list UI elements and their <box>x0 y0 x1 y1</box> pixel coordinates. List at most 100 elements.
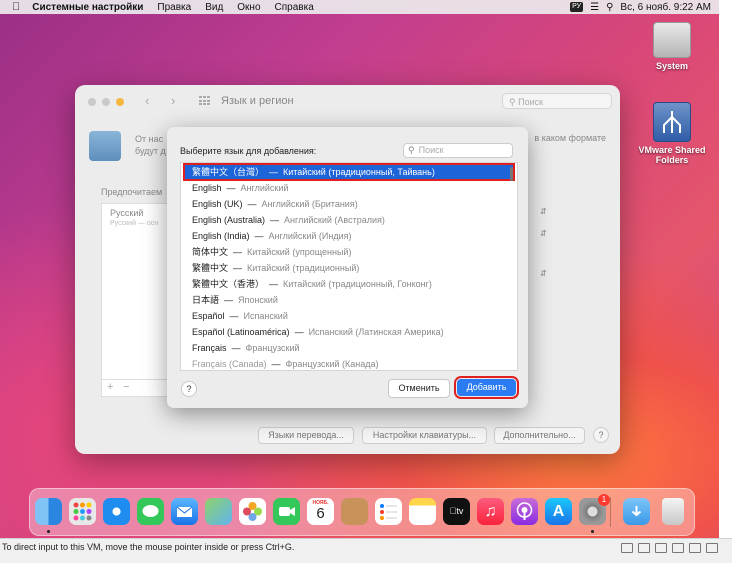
language-row[interactable]: 日本語 — Японский <box>181 292 517 308</box>
forward-chevron-icon[interactable]: › <box>171 93 175 108</box>
add-language-sheet: Выберите язык для добавления: ⚲ Поиск 繁體中… <box>167 127 528 408</box>
popup-chevron-icon[interactable]: ⇵ <box>540 269 548 279</box>
hard-disk-device-icon[interactable] <box>621 543 633 553</box>
language-separator: — <box>229 311 239 321</box>
language-native-name: Español <box>192 311 225 321</box>
menu-app-name[interactable]: Системные настройки <box>32 2 143 13</box>
zoom-window-button[interactable] <box>116 98 124 106</box>
remove-language-minus-button[interactable]: − <box>123 381 129 393</box>
language-native-name: Español (Latinoamérica) <box>192 327 290 337</box>
language-separator: — <box>269 279 279 289</box>
preferences-search-field[interactable]: ⚲ Поиск <box>502 93 612 109</box>
menu-edit[interactable]: Правка <box>157 2 191 13</box>
music-icon[interactable]: ♫ <box>477 498 504 525</box>
spotlight-icon[interactable]: ⚲ <box>606 2 613 13</box>
preferred-languages-label: Предпочитаем <box>101 187 163 197</box>
launchpad-icon[interactable] <box>69 498 96 525</box>
language-native-name: English (Australia) <box>192 215 266 225</box>
desktop-icon-label: VMware Shared Folders <box>638 145 706 165</box>
sound-device-icon[interactable] <box>689 543 701 553</box>
language-row[interactable]: Français — Французский <box>181 340 517 356</box>
trash-icon[interactable] <box>662 498 684 525</box>
calendar-icon[interactable]: НОЯБ. 6 <box>307 498 334 525</box>
preferred-languages-list[interactable]: Русский Русский — осн <box>101 203 169 397</box>
network-folder-icon <box>653 102 691 142</box>
control-center-icon[interactable]: ☰ <box>590 2 599 13</box>
language-row[interactable]: Español (Latinoamérica) — Испанский (Латин… <box>181 324 517 340</box>
sheet-help-button[interactable]: ? <box>181 381 197 397</box>
finder-icon[interactable] <box>35 498 62 525</box>
menu-window[interactable]: Окно <box>237 2 260 13</box>
clock[interactable]: Вс, 6 нояб. 9:22 AM <box>620 2 711 13</box>
language-translated-name: Английский (Британия) <box>261 199 358 209</box>
search-placeholder: Поиск <box>518 97 544 107</box>
minimize-window-button[interactable] <box>102 98 110 106</box>
translation-languages-button[interactable]: Языки перевода... <box>258 427 354 444</box>
popup-chevron-icon[interactable]: ⇵ <box>540 229 548 239</box>
language-translated-name: Английский (Индия) <box>268 231 352 241</box>
language-search-input[interactable]: ⚲ Поиск <box>403 143 513 158</box>
show-all-grid-icon[interactable] <box>199 96 211 106</box>
language-row-selected[interactable]: 繁體中文（台灣） — Китайский (традиционный, Тайван… <box>183 163 515 181</box>
running-indicator <box>47 530 50 533</box>
menu-help[interactable]: Справка <box>275 2 314 13</box>
add-button[interactable]: Добавить <box>454 376 519 399</box>
globe-flag-icon <box>89 131 121 161</box>
maps-icon[interactable] <box>205 498 232 525</box>
desktop-icon-system[interactable]: System <box>637 22 707 71</box>
language-row[interactable]: English (Australia) — Английский (Австрали… <box>181 212 517 228</box>
pane-description: От нас будут д <box>135 133 166 157</box>
list-scrollbar[interactable] <box>510 167 513 181</box>
language-row[interactable]: 繁體中文 — Китайский (традиционный) <box>181 260 517 276</box>
language-native-name: Français (Canada) <box>192 359 267 369</box>
language-row[interactable]: Français (Canada) — Французский (Канада) <box>181 356 517 370</box>
input-source-indicator[interactable]: РУ <box>570 2 584 12</box>
sheet-prompt: Выберите язык для добавления: <box>180 146 317 156</box>
back-chevron-icon[interactable]: ‹ <box>145 93 149 108</box>
language-row[interactable]: English (UK) — Английский (Британия) <box>181 196 517 212</box>
language-separator: — <box>270 215 280 225</box>
language-row[interactable]: English (India) — Английский (Индия) <box>181 228 517 244</box>
language-native-name: English (India) <box>192 231 250 241</box>
cancel-button[interactable]: Отменить <box>388 379 450 398</box>
cd-device-icon[interactable] <box>638 543 650 553</box>
printer-device-icon[interactable] <box>706 543 718 553</box>
notes-icon[interactable] <box>409 498 436 525</box>
messages-icon[interactable] <box>137 498 164 525</box>
mail-icon[interactable] <box>171 498 198 525</box>
pane-description-end: в каком формате <box>534 133 606 143</box>
language-row[interactable]: English — Английский <box>181 180 517 196</box>
language-row[interactable]: Español — Испанский <box>181 308 517 324</box>
network-device-icon[interactable] <box>655 543 667 553</box>
downloads-folder-icon[interactable] <box>623 498 650 525</box>
language-row[interactable]: 简体中文 — Китайский (упрощенный) <box>181 244 517 260</box>
language-row[interactable]: 繁體中文（香港） — Китайский (традиционный, Гонкон… <box>181 276 517 292</box>
vm-status-bar: To direct input to this VM, move the mou… <box>0 538 732 563</box>
pref-help-button[interactable]: ? <box>593 427 609 443</box>
preferred-language-subtitle: Русский — осн <box>110 220 159 227</box>
contacts-icon[interactable] <box>341 498 368 525</box>
keyboard-settings-button[interactable]: Настройки клавиатуры... <box>362 427 487 444</box>
language-separator: — <box>271 359 281 369</box>
vm-screen[interactable]:  Системные настройки Правка Вид Окно Сп… <box>0 0 719 538</box>
podcasts-icon[interactable] <box>511 498 538 525</box>
popup-chevron-icon[interactable]: ⇵ <box>540 207 548 217</box>
window-title: Язык и регион <box>221 95 294 107</box>
safari-icon[interactable] <box>103 498 130 525</box>
app-store-icon[interactable]: A <box>545 498 572 525</box>
facetime-icon[interactable] <box>273 498 300 525</box>
menu-view[interactable]: Вид <box>205 2 223 13</box>
close-window-button[interactable] <box>88 98 96 106</box>
language-translated-name: Китайский (упрощенный) <box>247 247 352 257</box>
add-language-plus-button[interactable]: + <box>107 381 113 393</box>
language-list[interactable]: 繁體中文（台灣） — Китайский (традиционный, Тайван… <box>180 162 518 371</box>
apple-menu-icon[interactable]:  <box>12 1 20 13</box>
usb-device-icon[interactable] <box>672 543 684 553</box>
apple-tv-icon[interactable]: tv <box>443 498 470 525</box>
language-translated-name: Французский <box>245 343 300 353</box>
advanced-button[interactable]: Дополнительно... <box>494 427 585 444</box>
reminders-icon[interactable] <box>375 498 402 525</box>
system-preferences-icon[interactable]: 1 <box>579 494 610 525</box>
desktop-icon-shared-folders[interactable]: VMware Shared Folders <box>637 102 707 165</box>
photos-icon[interactable] <box>239 498 266 525</box>
